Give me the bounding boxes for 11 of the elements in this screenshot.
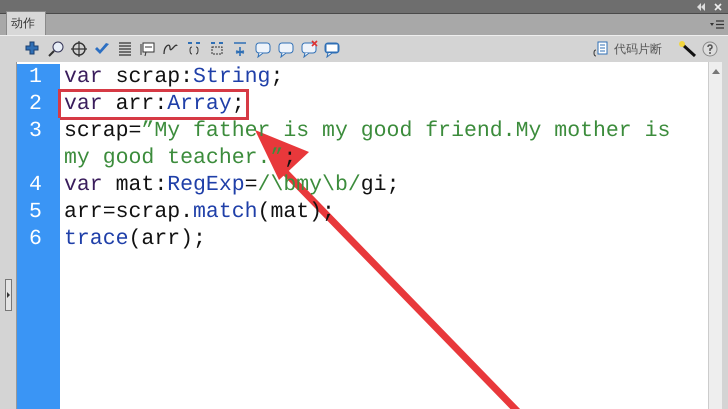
- line-number: 4: [17, 172, 60, 199]
- line-number: 2: [17, 91, 60, 118]
- code-line: trace(arr);: [63, 226, 207, 253]
- line-number: 1: [17, 64, 60, 91]
- code-line: var arr:Array;: [60, 91, 247, 118]
- line-number: 3: [17, 118, 60, 172]
- code-snippets-button[interactable]: 代码片断: [614, 40, 672, 58]
- code-line: var scrap:String;: [63, 64, 284, 91]
- line-number: 6: [17, 226, 60, 253]
- panel-tab[interactable]: 动作: [6, 11, 46, 35]
- line-number: 5: [17, 199, 60, 226]
